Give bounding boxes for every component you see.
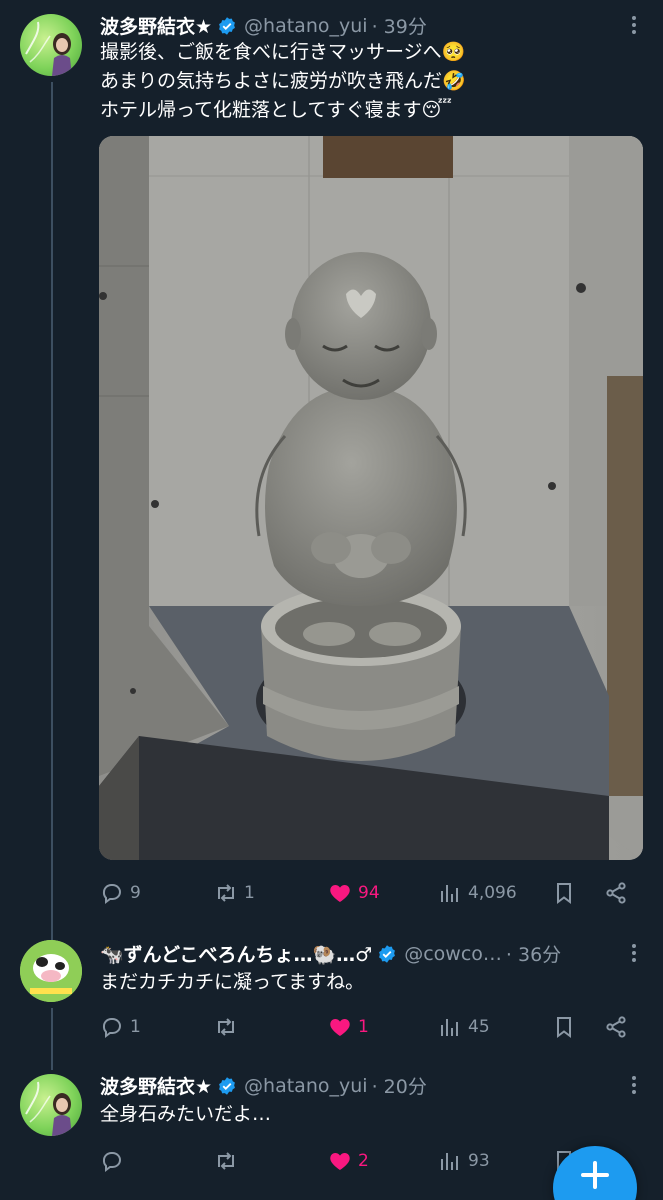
display-name[interactable]: 波多野結衣★ [100,1072,212,1099]
views-button[interactable]: 93 [438,1146,490,1176]
share-icon [606,1016,626,1038]
retweet-icon [218,884,234,902]
timestamp: · 36分 [505,944,562,966]
display-name[interactable]: 波多野結衣★ [100,12,212,39]
bookmark-button[interactable] [552,1012,576,1042]
reply-count: 1 [130,1017,141,1037]
share-button[interactable] [604,1012,628,1042]
tweet-text: 撮影後、ご飯を食べに行きマッサージへ🥺 あまりの気持ちよさに疲労が吹き飛んだ🤣 … [100,38,643,125]
bookmark-icon [557,883,571,904]
avatar[interactable] [20,1074,82,1136]
tweet-text: まだカチカチに凝ってますね。 [100,968,643,997]
like-button[interactable]: 1 [328,1012,369,1042]
bookmark-icon [557,1017,571,1038]
tweet-line: ホテル帰って化粧落としてすぐ寝ます😴 [100,99,452,121]
retweet-button[interactable] [214,1146,238,1176]
handle[interactable]: @cowco… [404,943,502,965]
views-count: 45 [468,1017,490,1037]
retweet-icon [218,1018,234,1036]
tweet-header: 波多野結衣★ @hatano_yui · 20分 [100,1072,613,1099]
heart-icon [330,1019,350,1036]
more-icon[interactable] [631,942,637,964]
views-icon [441,885,458,902]
reply-button[interactable]: 1 [100,1012,141,1042]
like-count: 2 [358,1151,369,1171]
heart-icon [330,885,350,902]
verified-icon [219,1076,235,1095]
views-button[interactable]: 4,096 [438,878,517,908]
views-count: 4,096 [468,883,517,903]
reply-button[interactable]: 9 [100,878,141,908]
reply-icon [102,1018,122,1038]
reply-icon [102,884,122,904]
thread-line [51,1008,53,1070]
views-icon [441,1153,458,1170]
timestamp: · 39分 [371,16,427,38]
handle[interactable]: @hatano_yui [244,15,368,37]
thread-line [51,82,53,942]
display-name[interactable]: 🐄ずんどこべろんちょ…🐏…♂ [100,940,372,967]
like-button[interactable]: 94 [328,878,380,908]
tweet-actions: 9 1 94 4,096 [100,878,643,908]
timestamp: · 20分 [371,1076,427,1098]
verified-icon [219,16,235,35]
tweet-line: 全身石みたいだよ… [100,1103,272,1125]
retweet-button[interactable]: 1 [214,878,255,908]
like-button[interactable]: 2 [328,1146,369,1176]
like-count: 94 [358,883,380,903]
heart-icon [330,1153,350,1170]
views-count: 93 [468,1151,490,1171]
share-button[interactable] [604,878,628,908]
tweet-header: 波多野結衣★ @hatano_yui · 39分 [100,12,613,39]
retweet-count: 1 [244,883,255,903]
avatar[interactable] [20,940,82,1002]
views-button[interactable]: 45 [438,1012,490,1042]
like-count: 1 [358,1017,369,1037]
tweet-photo[interactable] [99,136,643,860]
more-icon[interactable] [631,14,637,36]
bookmark-button[interactable] [552,878,576,908]
tweet-line: まだカチカチに凝ってますね。 [100,971,365,993]
tweet-actions: 1 1 45 [100,1012,643,1042]
retweet-button[interactable] [214,1012,238,1042]
retweet-icon [218,1152,234,1170]
avatar[interactable] [20,14,82,76]
reply-count: 9 [130,883,141,903]
compose-plus-icon [581,1161,609,1189]
tweet-line: あまりの気持ちよさに疲労が吹き飛んだ🤣 [100,70,466,92]
views-icon [441,1019,458,1036]
tweet-text: 全身石みたいだよ… [100,1100,643,1129]
handle[interactable]: @hatano_yui [244,1075,368,1097]
reply-button[interactable] [100,1146,124,1176]
tweet-line: 撮影後、ご飯を食べに行きマッサージへ🥺 [100,41,466,63]
more-icon[interactable] [631,1074,637,1096]
reply-icon [102,1152,122,1172]
tweet-header: 🐄ずんどこべろんちょ…🐏…♂ @cowco… · 36分 [100,940,613,967]
share-icon [606,882,626,904]
verified-icon [379,944,396,963]
